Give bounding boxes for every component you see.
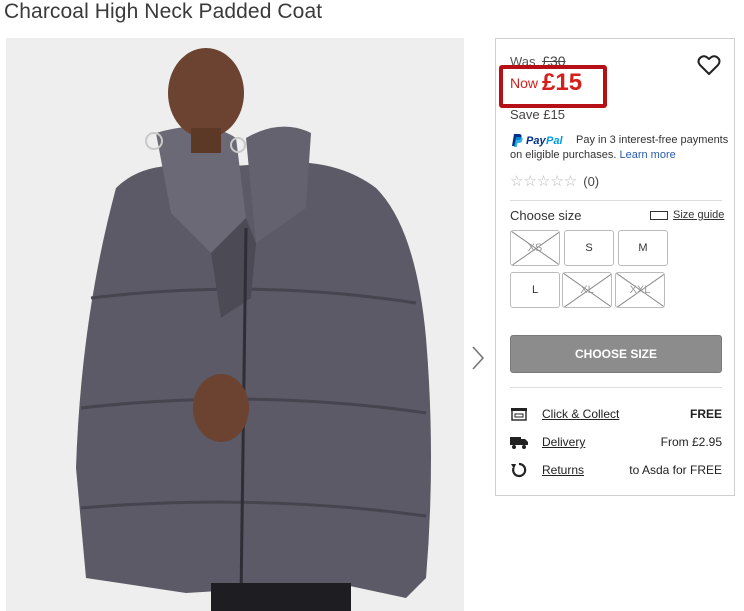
divider	[510, 200, 722, 201]
delivery-value: From £2.95	[660, 435, 722, 449]
size-label: XL	[580, 284, 594, 296]
size-option-m[interactable]: M	[618, 230, 668, 266]
choose-size-button[interactable]: CHOOSE SIZE	[510, 335, 722, 373]
returns-row: Returns to Asda for FREE	[510, 460, 722, 480]
store-icon	[511, 408, 527, 421]
product-image[interactable]	[6, 38, 464, 611]
delivery-row: Delivery From £2.95	[510, 432, 722, 452]
product-title: Charcoal High Neck Padded Coat	[4, 0, 323, 23]
returns-value: to Asda for FREE	[629, 463, 722, 477]
click-collect-row: Click & Collect FREE	[510, 404, 722, 424]
product-rating[interactable]: ☆☆☆☆☆ (0)	[510, 172, 599, 190]
size-label: XS	[527, 242, 543, 254]
purchase-panel: Was £30 Now £15 Save £15 Pay Pal Pay in …	[495, 38, 735, 496]
delivery-link[interactable]: Delivery	[542, 435, 585, 449]
click-collect-link[interactable]: Click & Collect	[542, 407, 619, 421]
size-guide-label: Size guide	[673, 209, 725, 221]
size-option-xs[interactable]: XS	[510, 230, 560, 266]
now-price: £15	[542, 69, 583, 96]
truck-icon	[510, 437, 528, 449]
size-option-xl[interactable]: XL	[562, 272, 612, 308]
size-label: XXL	[629, 284, 651, 296]
size-option-xxl[interactable]: XXL	[615, 272, 665, 308]
size-guide-link[interactable]: Size guide	[650, 209, 724, 221]
size-option-l[interactable]: L	[510, 272, 560, 308]
size-label: L	[531, 284, 539, 296]
rating-count: (0)	[583, 173, 600, 189]
paypal-learn-more-link[interactable]: Learn more	[619, 149, 675, 161]
returns-link[interactable]: Returns	[542, 463, 584, 477]
returns-icon	[511, 462, 527, 478]
size-label: S	[585, 242, 593, 254]
size-option-s[interactable]: S	[564, 230, 614, 266]
rating-stars-icon: ☆☆☆☆☆	[510, 173, 578, 190]
size-label: M	[638, 242, 648, 254]
ruler-icon	[650, 210, 668, 220]
now-label: Now	[510, 75, 539, 91]
wishlist-heart-icon[interactable]	[696, 52, 722, 78]
next-image-arrow[interactable]	[470, 345, 486, 371]
click-collect-value: FREE	[689, 407, 722, 421]
divider	[510, 387, 722, 388]
save-amount: Save £15	[510, 107, 565, 122]
paypal-message: Pay in 3 interest-free payments on eligi…	[510, 133, 730, 163]
choose-size-label: Choose size	[510, 208, 582, 223]
